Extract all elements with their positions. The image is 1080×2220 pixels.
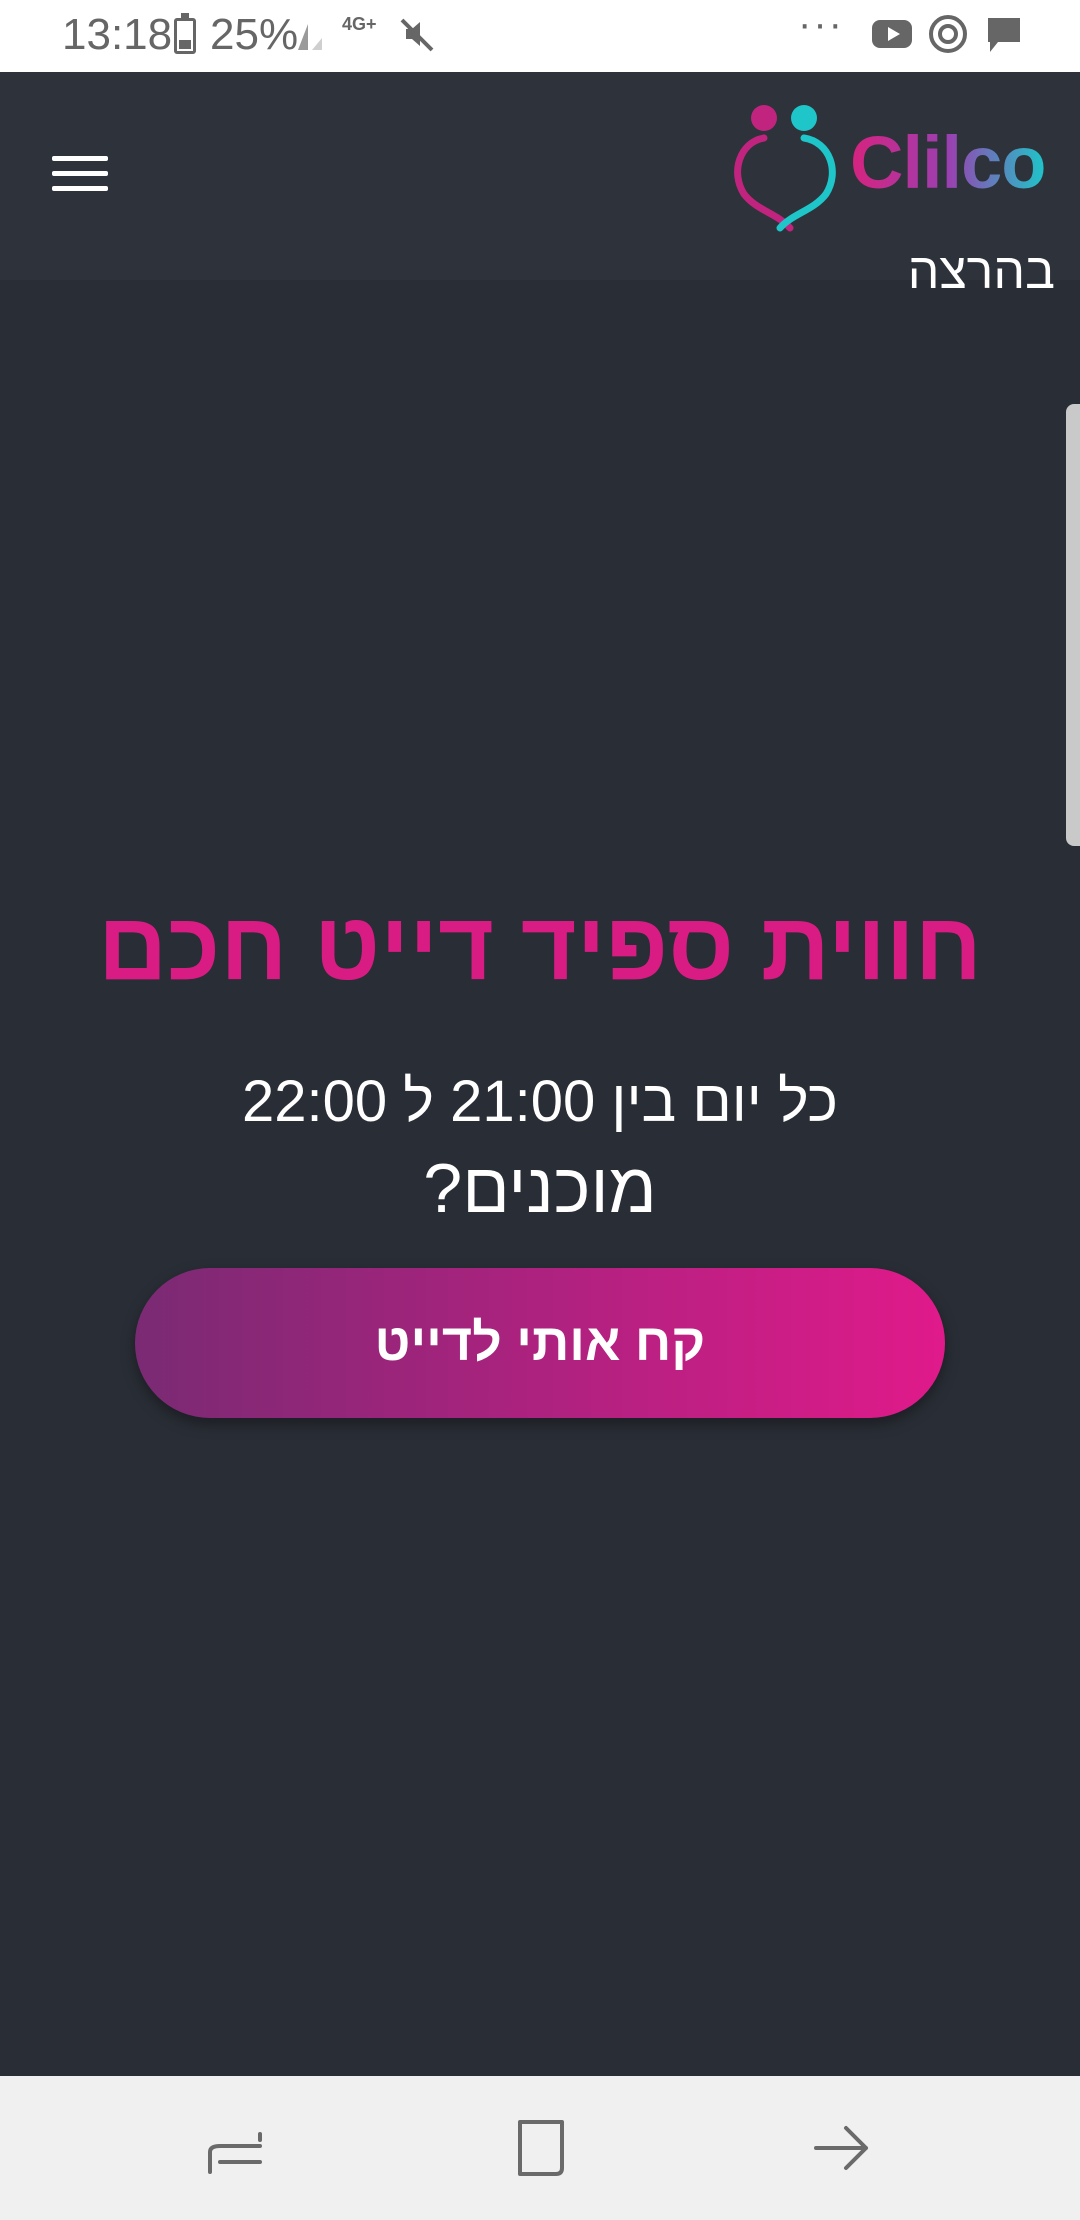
system-nav-bar: [0, 2076, 1080, 2220]
schedule-text: כל יום בין 21:00 ל 22:00: [242, 1069, 838, 1134]
logo-heart-icon: [734, 105, 836, 232]
signal-icon: [298, 24, 322, 50]
battery-percent: 25%: [210, 10, 299, 59]
logo-text: Clilco: [850, 121, 1046, 204]
ready-question: מוכנים?: [423, 1149, 657, 1227]
home-icon[interactable]: [504, 2112, 576, 2184]
sync-icon: [929, 15, 967, 53]
hamburger-menu-icon[interactable]: [52, 150, 120, 202]
recent-apps-icon[interactable]: [200, 2112, 272, 2184]
mute-icon: [400, 18, 434, 52]
back-icon[interactable]: [806, 2112, 878, 2184]
message-icon: [988, 18, 1020, 52]
network-type: 4G+: [342, 14, 377, 34]
main-content: חווית ספיד דייט חכם כל יום בין 21:00 ל 2…: [0, 280, 1080, 2076]
app-header: Clilco בהרצה: [0, 72, 1080, 299]
battery-icon: [174, 13, 196, 54]
status-bar: 13:18 25% 4G+ ···: [0, 0, 1080, 72]
page-title: חווית ספיד דייט חכם: [98, 893, 982, 1000]
status-time: 13:18: [62, 10, 173, 59]
take-me-to-date-button[interactable]: קח אותי לדייט: [135, 1268, 945, 1418]
youtube-icon: [872, 20, 912, 48]
clilco-logo[interactable]: Clilco בהרצה: [730, 102, 1070, 299]
overflow-dots: ···: [798, 2, 844, 46]
